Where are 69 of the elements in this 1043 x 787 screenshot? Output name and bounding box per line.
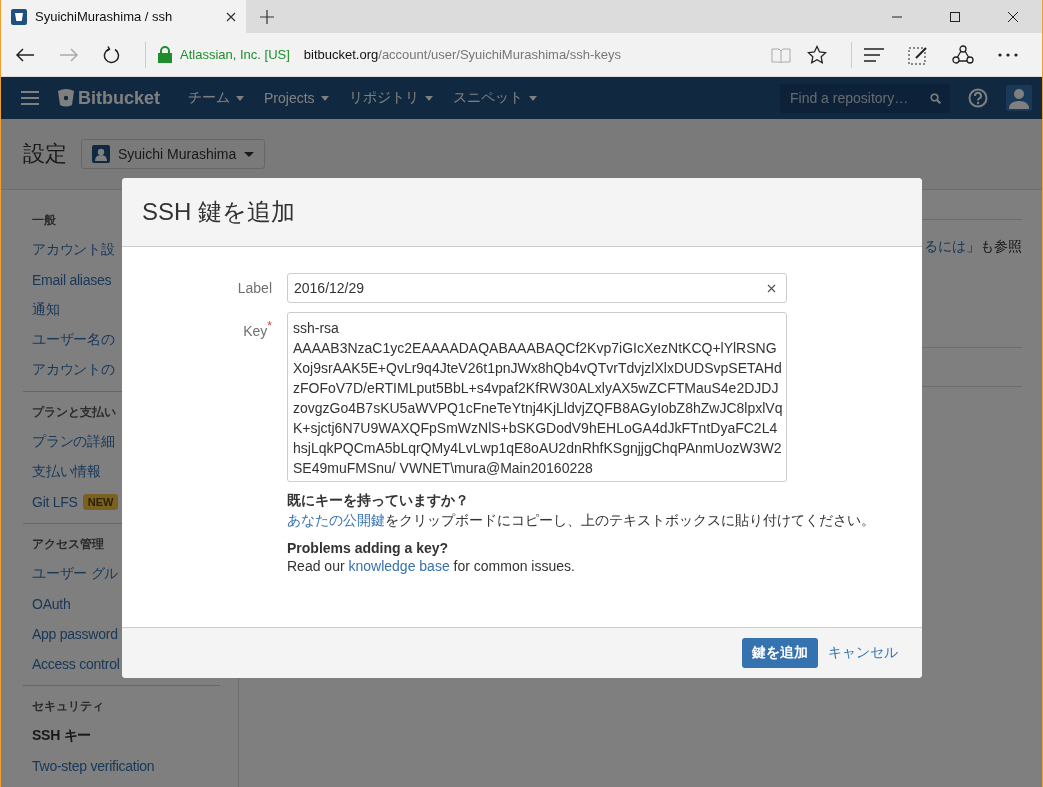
help-heading: Problems adding a key? — [287, 540, 450, 556]
caret-icon — [528, 95, 537, 101]
sidebar-item[interactable]: 通知 — [32, 301, 60, 319]
caret-icon — [320, 95, 329, 101]
add-key-button[interactable]: 鍵を追加 — [742, 638, 818, 668]
reference-link[interactable]: るには — [924, 238, 966, 254]
refresh-icon[interactable] — [103, 45, 121, 64]
more-icon[interactable] — [998, 52, 1018, 57]
sidebar-item[interactable]: 支払い情報 — [32, 463, 101, 481]
address-field[interactable]: bitbucket.org/account/user/SyuichiMurashima/ssh-keys — [303, 47, 622, 62]
share-icon[interactable] — [952, 44, 974, 65]
key-field[interactable]: ssh-rsa AAAAB3NzaC1yc2EAAAADAQABAAABAQCf2Kvp7iGIcXezNtKCQ+lYlRSNGXoj9srAAK5E+QvLr9q4JteV26t1pnJWx8hQb4vQTvrTdvjzlXlxDUDSvpSETAHdzFOFoV7D/eRTIMLput5BbL+s4vpaf2KfRW30ALxlyAX5wZCFTMauS4e2DJDJzovgzGo4B7sKU5aWVPQ1cFneTeYtnj4KjLldvjZQFB8AGyIobZ8hZwJC8lpxlVqK+sjctj6N7U9WAXQFpSmWzNlS+bSKGDodV9hEHLoGA4dJkFTntDyaFC2L4hsjLqkPQCmA5bLqrQMy4LvLwp1qE8oAU2dnRhfKSgnjjgChqPAnmUozW3W2SE49muFMSnu/ VWNET\mura@Main20160228 — [287, 312, 787, 482]
brand-logo[interactable]: Bitbucket — [58, 87, 160, 109]
note-icon[interactable] — [908, 44, 928, 65]
search-icon[interactable] — [930, 92, 941, 104]
star-icon[interactable] — [807, 44, 827, 65]
sidebar-item[interactable]: ユーザー名の — [32, 331, 115, 349]
sidebar-item[interactable]: App password — [32, 626, 118, 642]
page-title: 設定 — [23, 140, 67, 168]
sidebar-item[interactable]: アカウント設 — [32, 241, 115, 259]
field-label: Key$^{*}$ — [242, 318, 272, 339]
help-text: あなたの公開鍵をクリップボードにコピーし、上のテキストボックスに貼り付けてください。 — [287, 512, 876, 530]
new-badge: NEW — [82, 494, 119, 510]
back-icon[interactable] — [15, 46, 35, 63]
sidebar-item[interactable]: ユーザー グル — [32, 565, 119, 583]
sidebar-item[interactable]: Two-step verification — [32, 758, 155, 774]
section-heading: アクセス管理 — [32, 536, 104, 553]
sidebar-item[interactable]: Git LFS — [32, 494, 78, 510]
section-heading: セキュリティ — [32, 698, 104, 715]
caret-icon — [236, 95, 244, 101]
nav-menu[interactable]: リポジトリ — [338, 89, 443, 107]
help-heading: 既にキーを持っていますか？ — [287, 492, 470, 510]
nav-menu[interactable]: チーム — [178, 89, 254, 107]
clear-icon[interactable] — [767, 284, 776, 293]
sidebar-item[interactable]: Access control — [32, 656, 120, 672]
sidebar-item[interactable]: プランの詳細 — [32, 433, 115, 451]
sidebar-item[interactable]: アカウントの — [32, 361, 115, 379]
maximize-icon[interactable] — [949, 10, 961, 23]
section-heading: 一般 — [32, 212, 56, 229]
cancel-button[interactable]: キャンセル — [824, 644, 902, 662]
sidebar-item[interactable]: SSH キー — [32, 727, 92, 745]
help-text: Read our knowledge base for common issues. — [287, 558, 576, 574]
search-field[interactable]: Find a repository… — [780, 83, 950, 113]
lock-icon — [158, 46, 172, 63]
avatar-icon[interactable] — [1006, 85, 1032, 111]
caret-icon — [244, 151, 255, 157]
tab-title: SyuichiMurashima / ssh — [35, 9, 174, 24]
bucket-icon — [11, 8, 27, 25]
help-icon[interactable] — [968, 88, 988, 108]
help-link[interactable]: knowledge base — [348, 558, 450, 574]
sidebar-item[interactable]: OAuth — [32, 596, 71, 612]
field-label: Label — [236, 279, 272, 296]
new-tab-icon[interactable] — [260, 9, 274, 24]
menu-icon[interactable] — [21, 91, 39, 105]
sidebar-item[interactable]: Email aliases — [32, 272, 112, 288]
site-identity: Atlassian, Inc. [US] — [180, 47, 290, 62]
label-field[interactable]: 2016/12/29 — [287, 273, 787, 303]
section-heading: プランと支払い — [32, 404, 116, 421]
close-icon[interactable] — [226, 11, 236, 22]
browser-tab[interactable]: SyuichiMurashima / ssh — [1, 0, 246, 33]
dialog-title: SSH 鍵を追加 — [142, 197, 295, 227]
help-link[interactable]: あなたの公開鍵 — [287, 512, 385, 528]
nav-menu[interactable]: Projects — [254, 90, 339, 106]
account-dropdown[interactable]: Syuichi Murashima — [81, 139, 266, 169]
required-mark: * — [267, 319, 272, 333]
close-icon[interactable] — [1007, 10, 1019, 23]
user-icon — [92, 145, 110, 163]
nav-menu[interactable]: スニペット — [442, 89, 547, 107]
caret-icon — [424, 95, 433, 101]
